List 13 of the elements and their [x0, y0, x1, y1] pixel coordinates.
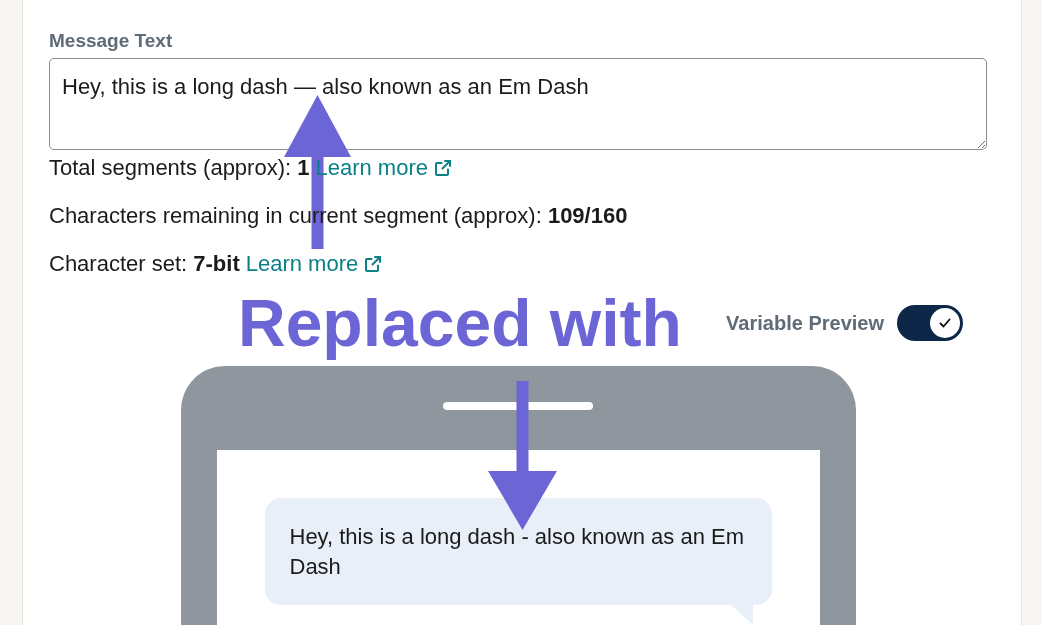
speaker-slot-icon — [443, 402, 593, 410]
check-icon — [930, 308, 960, 338]
field-label: Message Text — [49, 30, 173, 52]
toggle-label: Variable Preview — [726, 311, 884, 335]
annotation-text: Replaced with — [238, 288, 682, 358]
external-link-icon — [364, 255, 383, 273]
message-bubble: Hey, this is a long dash - also known as an Em Dash — [264, 498, 772, 605]
down-arrow-icon — [488, 381, 557, 530]
learn-more-link[interactable]: Learn more — [245, 251, 383, 277]
variable-preview-toggle[interactable] — [897, 305, 963, 341]
external-link-icon — [434, 159, 452, 177]
message-input-field[interactable]: Hey, this is a long dash — also known as an Em Dash — [49, 58, 987, 150]
info-text: Character set: 7-bit Learn more — [49, 251, 383, 277]
